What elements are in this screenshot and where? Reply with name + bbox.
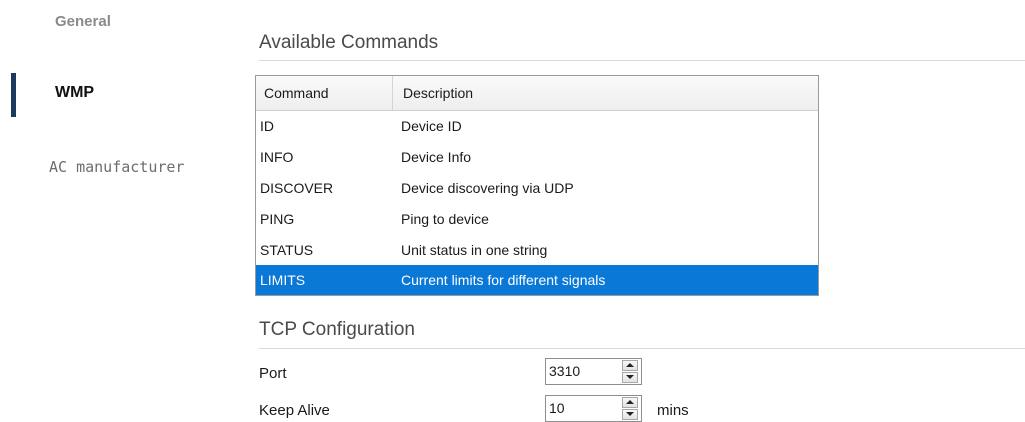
column-header-command[interactable]: Command: [256, 76, 393, 110]
spin-down-icon[interactable]: [621, 408, 638, 420]
keepalive-stepper[interactable]: 10: [545, 395, 642, 422]
table-header: Command Description: [256, 76, 818, 111]
cell-command: INFO: [260, 149, 294, 166]
sidebar-item-general[interactable]: General: [55, 13, 285, 30]
cell-description: Device ID: [401, 118, 462, 135]
cell-description: Current limits for different signals: [401, 272, 606, 289]
cell-command: DISCOVER: [260, 179, 334, 196]
sidebar-item-label: General: [55, 13, 111, 30]
sidebar-item-ac-manufacturer[interactable]: AC manufacturer: [49, 158, 279, 176]
cell-description: Device Info: [401, 149, 472, 166]
cell-command: ID: [260, 118, 274, 135]
spin-up-icon[interactable]: [621, 396, 638, 408]
table-row[interactable]: ID Device ID: [256, 111, 818, 142]
spin-up-icon[interactable]: [621, 359, 638, 371]
cell-description: Unit status in one string: [401, 241, 548, 258]
keepalive-label: Keep Alive: [259, 402, 330, 419]
table-row[interactable]: PING Ping to device: [256, 203, 818, 234]
section-divider: [259, 348, 1025, 349]
section-title-commands: Available Commands: [259, 32, 439, 53]
commands-table[interactable]: Command Description ID Device ID INFO De…: [255, 75, 819, 296]
cell-command: PING: [260, 210, 295, 227]
port-input[interactable]: 3310: [546, 359, 620, 384]
spin-down-icon[interactable]: [621, 371, 638, 383]
table-row[interactable]: INFO Device Info: [256, 142, 818, 173]
cell-command: LIMITS: [260, 272, 306, 289]
section-title-tcp: TCP Configuration: [259, 319, 415, 340]
port-stepper[interactable]: 3310: [545, 358, 642, 385]
cell-command: STATUS: [260, 241, 314, 258]
cell-description: Device discovering via UDP: [401, 179, 574, 196]
section-divider: [259, 60, 1025, 61]
table-row[interactable]: DISCOVER Device discovering via UDP: [256, 173, 818, 204]
active-indicator: [11, 73, 16, 117]
column-header-description[interactable]: Description: [393, 76, 818, 110]
sidebar-item-label: WMP: [55, 84, 95, 101]
sidebar-item-wmp[interactable]: WMP: [55, 84, 285, 102]
sidebar-item-label: AC manufacturer: [49, 158, 185, 176]
cell-description: Ping to device: [401, 210, 489, 227]
table-row[interactable]: STATUS Unit status in one string: [256, 234, 818, 265]
keepalive-unit: mins: [657, 402, 689, 419]
port-label: Port: [259, 365, 287, 382]
table-row-selected[interactable]: LIMITS Current limits for different sign…: [256, 264, 818, 295]
keepalive-input[interactable]: 10: [546, 396, 620, 421]
